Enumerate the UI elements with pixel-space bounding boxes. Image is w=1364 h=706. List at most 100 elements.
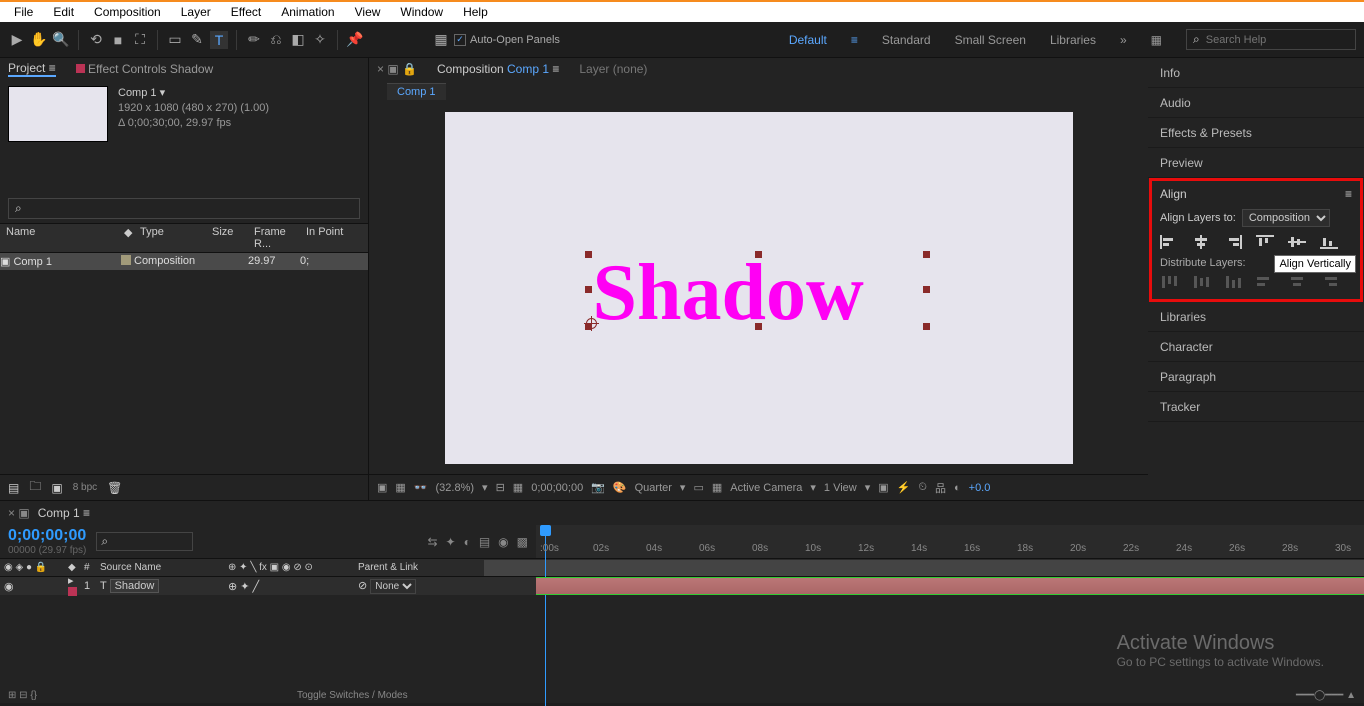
distribute-right-icon[interactable]	[1320, 275, 1338, 289]
align-hcenter-icon[interactable]	[1192, 235, 1210, 249]
comp-thumbnail[interactable]	[8, 86, 108, 142]
current-timecode[interactable]: 0;00;00;00	[8, 527, 86, 545]
project-tab[interactable]: Project ≡	[8, 61, 56, 77]
menu-help[interactable]: Help	[453, 2, 498, 22]
toggle-switch-icon[interactable]: ⊞ ⊟ {}	[8, 690, 37, 701]
pen-tool-icon[interactable]: ✎	[188, 31, 206, 49]
menu-layer[interactable]: Layer	[171, 2, 221, 22]
pan-behind-tool-icon[interactable]: ⛶	[131, 31, 149, 49]
workspace-libraries[interactable]: Libraries	[1050, 33, 1096, 47]
bpc-label[interactable]: 8 bpc	[73, 482, 97, 493]
roi-icon[interactable]: ▭	[693, 481, 703, 494]
flowchart-icon[interactable]: 品	[935, 480, 946, 496]
zoom-slider[interactable]: ━━━◯━━━ ▲	[1296, 690, 1356, 701]
clone-tool-icon[interactable]: ⎌	[267, 31, 285, 49]
parent-dropdown[interactable]: None	[370, 579, 416, 594]
col-size[interactable]: Size	[206, 226, 248, 250]
composition-canvas[interactable]: Shadow	[445, 112, 1073, 464]
interpret-icon[interactable]: ▤	[8, 481, 19, 495]
selection-tool-icon[interactable]: ▶	[8, 31, 26, 49]
reset-exposure-icon[interactable]: ◐	[954, 482, 961, 494]
selection-handle[interactable]	[755, 323, 762, 330]
camera-tool-icon[interactable]: ■	[109, 31, 127, 49]
views-dropdown[interactable]: 1 View	[824, 482, 857, 494]
graph-editor-icon[interactable]: ▩	[517, 535, 528, 549]
camera-dropdown[interactable]: Active Camera	[730, 482, 802, 494]
help-search-input[interactable]	[1206, 34, 1349, 46]
fast-preview-icon[interactable]: ⚡	[897, 481, 911, 494]
resolution-dropdown[interactable]: Quarter	[635, 482, 672, 494]
current-time-indicator[interactable]	[540, 525, 551, 536]
project-item-row[interactable]: ▣ Comp 1 Composition 29.97 0;	[0, 253, 368, 270]
align-vcenter-icon[interactable]	[1288, 235, 1306, 249]
menu-composition[interactable]: Composition	[84, 2, 171, 22]
trash-icon[interactable]: 🗑	[107, 481, 122, 495]
selection-handle[interactable]	[755, 251, 762, 258]
menu-file[interactable]: File	[4, 2, 43, 22]
snapshot-icon[interactable]: 📷	[591, 481, 605, 494]
brush-tool-icon[interactable]: ✏	[245, 31, 263, 49]
selection-handle[interactable]	[585, 323, 592, 330]
resolution-half-icon[interactable]: ⊟	[496, 481, 505, 494]
layer-name-field[interactable]: Shadow	[110, 579, 160, 593]
frame-blend-icon[interactable]: ▤	[479, 535, 490, 549]
align-left-icon[interactable]	[1160, 235, 1178, 249]
selection-handle[interactable]	[923, 251, 930, 258]
timeline-icon[interactable]: ⏲	[918, 481, 927, 494]
align-right-icon[interactable]	[1224, 235, 1242, 249]
distribute-top-icon[interactable]	[1160, 275, 1178, 289]
panel-character[interactable]: Character	[1148, 332, 1364, 362]
rect-tool-icon[interactable]: ▭	[166, 31, 184, 49]
align-layers-to-dropdown[interactable]: Composition	[1242, 209, 1330, 227]
folder-icon[interactable]: 🗀	[29, 477, 41, 498]
project-search-input[interactable]	[22, 201, 353, 216]
effect-controls-tab[interactable]: Effect Controls Shadow	[76, 62, 214, 76]
col-inpoint[interactable]: In Point	[300, 226, 368, 250]
auto-open-checkbox[interactable]: ✓	[454, 34, 466, 46]
panel-audio[interactable]: Audio	[1148, 88, 1364, 118]
toggle-alpha-icon[interactable]: ▣	[377, 481, 387, 494]
panel-preview[interactable]: Preview	[1148, 148, 1364, 178]
timeline-tab-comp1[interactable]: Comp 1 ≡	[38, 506, 90, 520]
selection-handle[interactable]	[585, 286, 592, 293]
align-top-icon[interactable]	[1256, 235, 1274, 249]
snap-icon[interactable]: ▦	[432, 31, 450, 49]
menu-effect[interactable]: Effect	[221, 2, 271, 22]
zoom-tool-icon[interactable]: 🔍	[52, 31, 70, 49]
menu-window[interactable]: Window	[390, 2, 453, 22]
selection-handle[interactable]	[585, 251, 592, 258]
panel-menu-icon[interactable]: ≡	[1345, 187, 1352, 201]
col-type[interactable]: Type	[134, 226, 206, 250]
workspace-default[interactable]: Default	[789, 33, 827, 47]
text-layer-shadow[interactable]: Shadow	[593, 248, 864, 339]
eraser-tool-icon[interactable]: ◧	[289, 31, 307, 49]
workspace-overflow-icon[interactable]: »	[1120, 33, 1127, 47]
orbit-tool-icon[interactable]: ⟲	[87, 31, 105, 49]
viewer-tab-layer[interactable]: Layer (none)	[579, 62, 647, 76]
transparency-grid-icon[interactable]: ▦	[712, 481, 722, 494]
project-search[interactable]: ⌕	[8, 198, 360, 219]
distribute-hcenter-icon[interactable]	[1288, 275, 1306, 289]
timeline-search-input[interactable]	[108, 534, 188, 549]
menu-edit[interactable]: Edit	[43, 2, 84, 22]
roto-tool-icon[interactable]: ✧	[311, 31, 329, 49]
col-framerate[interactable]: Frame R...	[248, 226, 300, 250]
toggle-mask-icon[interactable]: ▦	[395, 481, 405, 494]
col-name[interactable]: Name	[0, 226, 118, 250]
col-label[interactable]: ◆	[118, 226, 134, 250]
distribute-bottom-icon[interactable]	[1224, 275, 1242, 289]
text-tool-icon[interactable]: T	[210, 31, 228, 49]
toggle-switches-button[interactable]: Toggle Switches / Modes	[297, 690, 408, 701]
distribute-vcenter-icon[interactable]	[1192, 275, 1210, 289]
pixel-aspect-icon[interactable]: ▣	[878, 481, 888, 494]
workspace-grid-icon[interactable]: ▦	[1151, 33, 1162, 47]
shy-icon[interactable]: ◐	[464, 535, 471, 549]
layer-duration-bar[interactable]	[536, 577, 1364, 595]
hand-tool-icon[interactable]: ✋	[30, 31, 48, 49]
distribute-left-icon[interactable]	[1256, 275, 1274, 289]
puppet-tool-icon[interactable]: 📌	[346, 31, 364, 49]
menu-animation[interactable]: Animation	[271, 2, 344, 22]
align-bottom-icon[interactable]	[1320, 235, 1338, 249]
selection-handle[interactable]	[923, 286, 930, 293]
selection-handle[interactable]	[923, 323, 930, 330]
